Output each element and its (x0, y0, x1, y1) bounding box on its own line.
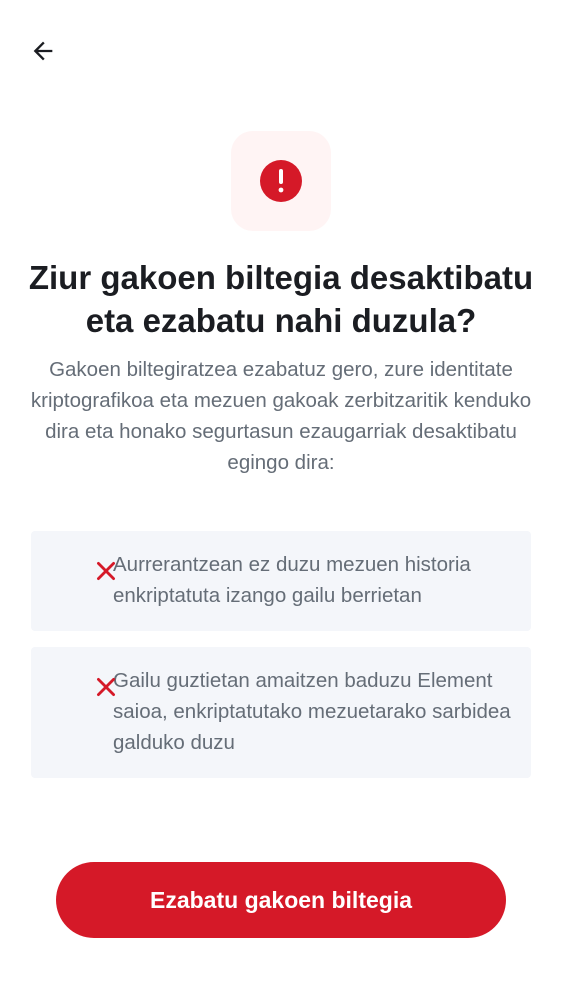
dialog-description: Gakoen biltegiratzea ezabatuz gero, zure… (30, 358, 532, 474)
reset-key-storage-screen: Ziur gakoen biltegia desaktibatu eta eza… (0, 0, 562, 1000)
consequence-text: Gailu guztietan amaitzen baduzu Element … (113, 669, 511, 754)
back-button[interactable] (22, 30, 64, 72)
close-x-icon (97, 678, 115, 696)
error-circle-icon (260, 160, 302, 202)
consequence-text: Aurrerantzean ez duzu mezuen historia en… (113, 553, 471, 607)
consequence-item: Aurrerantzean ez duzu mezuen historia en… (31, 531, 531, 631)
delete-key-storage-button[interactable]: Ezabatu gakoen biltegia (56, 862, 506, 938)
consequence-item: Gailu guztietan amaitzen baduzu Element … (31, 647, 531, 778)
arrow-left-icon (33, 41, 53, 61)
close-x-icon (97, 562, 115, 580)
alert-icon-tile (231, 131, 331, 231)
dialog-title: Ziur gakoen biltegia desaktibatu eta eza… (28, 259, 534, 339)
